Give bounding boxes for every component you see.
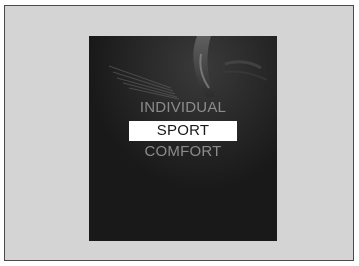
outer-frame: INDIVIDUAL SPORT COMFORT [4,5,354,261]
mode-option-comfort[interactable]: COMFORT [89,143,277,161]
mode-option-sport-selected[interactable]: SPORT [129,121,237,141]
display-screen: INDIVIDUAL SPORT COMFORT [89,36,277,241]
mode-option-individual[interactable]: INDIVIDUAL [89,99,277,117]
